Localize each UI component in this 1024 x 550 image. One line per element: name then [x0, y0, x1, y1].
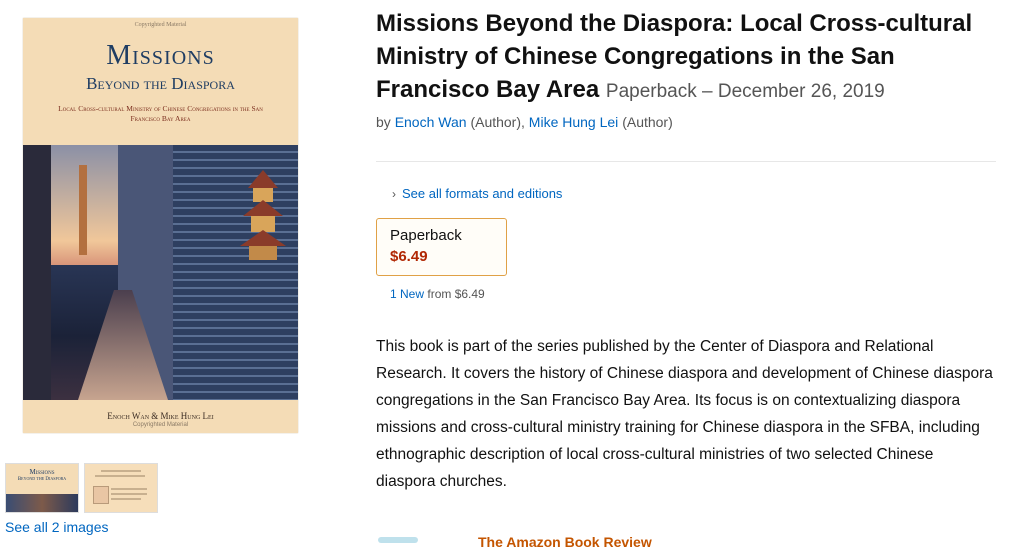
new-offers-link[interactable]: 1 New [390, 287, 424, 301]
author2-role: (Author) [622, 114, 673, 130]
byline-by: by [376, 114, 391, 130]
thumbnail-text-line [111, 498, 141, 500]
see-all-images-link[interactable]: See all 2 images [5, 519, 109, 535]
cover-authors: Enoch Wan & Mike Hung Lei [107, 411, 214, 421]
cover-copyright-bottom: Copyrighted Material [132, 422, 189, 428]
thumbnail-text-line [111, 493, 147, 495]
cover-bridge-tower [79, 165, 87, 255]
new-offers-from-price: from $6.49 [427, 287, 485, 301]
thumbnail-back-cover[interactable] [84, 463, 158, 513]
cover-title-line1: Missions [106, 40, 215, 71]
format-option-paperback[interactable]: Paperback $6.49 [376, 218, 507, 276]
see-all-formats-link[interactable]: › See all formats and editions [392, 186, 562, 201]
author1-role: (Author), [470, 114, 525, 130]
thumbnail-photo-strip [6, 494, 78, 512]
see-all-formats-label: See all formats and editions [402, 186, 563, 201]
author-link-mike-hung-lei[interactable]: Mike Hung Lei [529, 114, 619, 130]
thumbnail-text-line [111, 488, 147, 490]
byline: by Enoch Wan (Author), Mike Hung Lei (Au… [376, 114, 673, 130]
new-offers: 1 New from $6.49 [390, 287, 485, 301]
thumbnail-front-cover[interactable]: Missions Beyond the Diaspora [5, 463, 79, 513]
divider [376, 161, 996, 162]
format-option-label: Paperback [390, 227, 462, 244]
book-review-logo [378, 537, 418, 543]
product-title-block: Missions Beyond the Diaspora: Local Cros… [376, 7, 1006, 108]
author-link-enoch-wan[interactable]: Enoch Wan [395, 114, 467, 130]
thumbnail-subtitle: Beyond the Diaspora [17, 477, 67, 482]
chevron-right-icon: › [392, 187, 396, 201]
cover-pagoda [240, 170, 286, 260]
thumbnail-title: Missions [29, 468, 55, 476]
cover-cityscape-photo [23, 145, 298, 400]
cover-building-left [23, 145, 51, 400]
thumbnail-author-photo [93, 486, 109, 504]
format-option-price: $6.49 [390, 248, 428, 265]
amazon-book-review-heading[interactable]: The Amazon Book Review [478, 534, 652, 550]
cover-title-line2: Beyond the Diaspora [86, 74, 235, 93]
book-cover-image[interactable]: Copyrighted Material Missions Beyond the… [23, 18, 298, 433]
book-description: This book is part of the series publishe… [376, 338, 993, 490]
thumbnail-text-line [101, 470, 141, 472]
cover-copyright-top: Copyrighted Material [134, 22, 187, 28]
format-and-date: Paperback – December 26, 2019 [605, 81, 885, 102]
thumbnail-text-line [95, 475, 145, 477]
cover-subtitle: Local Cross-cultural Ministry of Chinese… [58, 104, 263, 123]
